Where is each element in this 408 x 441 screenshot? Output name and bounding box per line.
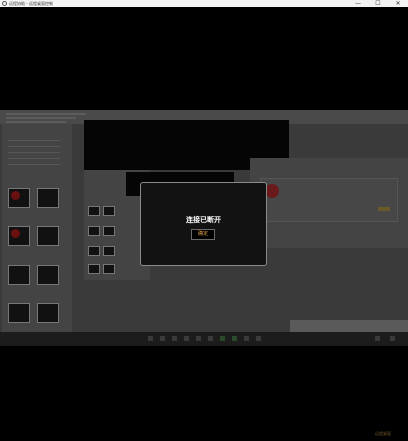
grid-line xyxy=(8,152,60,153)
slide-thumbnail[interactable] xyxy=(88,246,100,256)
slide-thumbnail[interactable] xyxy=(37,265,59,285)
minimize-button[interactable]: — xyxy=(348,0,368,7)
red-circle-icon xyxy=(11,191,20,200)
maximize-button[interactable]: ☐ xyxy=(368,0,388,7)
app-icon xyxy=(2,1,7,6)
remote-viewport[interactable]: 连接已断开 确定 远程桌面 xyxy=(0,7,408,441)
slide-thumbnail[interactable] xyxy=(103,206,115,216)
info-card xyxy=(260,178,398,222)
slide-thumbnail[interactable] xyxy=(8,265,30,285)
slide-thumbnail[interactable] xyxy=(103,226,115,236)
taskbar-app-icon[interactable] xyxy=(244,336,249,341)
brand-logo-icon xyxy=(265,184,279,198)
tray-icon[interactable] xyxy=(390,336,395,341)
card-action-button[interactable] xyxy=(378,207,390,211)
taskbar-app-icon[interactable] xyxy=(256,336,261,341)
slide-thumbnail[interactable] xyxy=(88,264,100,274)
window-title: 远程协助 - 远程桌面控制 xyxy=(9,1,53,6)
toolbar-row xyxy=(6,113,86,115)
toolbar-row xyxy=(6,117,76,119)
slide-thumbnail[interactable] xyxy=(8,303,30,323)
dialog-message: 连接已断开 xyxy=(186,216,221,224)
slide-thumbnail[interactable] xyxy=(88,226,100,236)
ok-button[interactable]: 确定 xyxy=(191,229,215,240)
taskbar-app-icon[interactable] xyxy=(172,336,177,341)
watermark: 远程桌面 xyxy=(375,431,391,436)
remote-taskbar xyxy=(0,332,408,346)
taskbar-app-icon[interactable] xyxy=(208,336,213,341)
red-circle-icon xyxy=(11,229,20,238)
slide-thumbnail[interactable] xyxy=(37,303,59,323)
window-controls: — ☐ ✕ xyxy=(348,0,408,7)
slide-thumbnail[interactable] xyxy=(88,206,100,216)
grid-line xyxy=(8,158,60,159)
tray-icon[interactable] xyxy=(375,336,380,341)
toolbar-row xyxy=(6,121,66,123)
slide-thumbnail[interactable] xyxy=(103,246,115,256)
taskbar-app-icon[interactable] xyxy=(196,336,201,341)
slide-thumbnail[interactable] xyxy=(8,188,30,208)
close-button[interactable]: ✕ xyxy=(388,0,408,7)
taskbar-app-icon[interactable] xyxy=(232,336,237,341)
slide-thumbnail[interactable] xyxy=(8,226,30,246)
slide-thumbnail[interactable] xyxy=(37,188,59,208)
slide-thumbnail[interactable] xyxy=(103,264,115,274)
window-titlebar[interactable]: 远程协助 - 远程桌面控制 — ☐ ✕ xyxy=(0,0,408,7)
bottom-right-panel xyxy=(290,320,408,332)
disconnect-dialog: 连接已断开 确定 xyxy=(140,182,267,266)
taskbar-app-icon[interactable] xyxy=(184,336,189,341)
slide-thumbnail[interactable] xyxy=(37,226,59,246)
taskbar-app-icon[interactable] xyxy=(160,336,165,341)
taskbar-start-icon[interactable] xyxy=(148,336,153,341)
grid-line xyxy=(8,146,60,147)
grid-line xyxy=(8,140,60,141)
grid-line xyxy=(8,164,60,165)
taskbar-app-icon[interactable] xyxy=(220,336,225,341)
